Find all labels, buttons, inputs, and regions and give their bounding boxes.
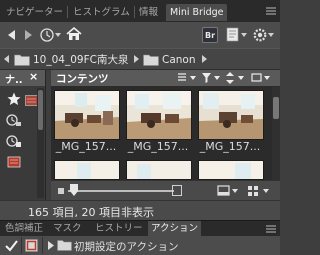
content-scrollbar-thumb[interactable] — [273, 97, 279, 119]
navigation-pod-header: ナ.. × — [0, 70, 45, 86]
small-thumbnail-icon[interactable] — [58, 188, 64, 194]
dialog-toggle-icon[interactable] — [25, 239, 38, 252]
tab-separator — [67, 6, 68, 18]
left-scrollbar[interactable] — [37, 88, 44, 198]
document-icon[interactable] — [226, 27, 248, 43]
content-pod: コンテンツ _MG_157... _MG_157... _MG_157... — [51, 70, 280, 200]
thumbnail-image[interactable] — [198, 160, 264, 180]
back-icon[interactable] — [6, 29, 18, 41]
mini-bridge-toolbar: Br — [0, 22, 280, 48]
thumbnail-image[interactable] — [198, 90, 264, 140]
thumbnail-image[interactable] — [126, 160, 192, 180]
thumbnail-image[interactable] — [126, 90, 192, 140]
chevron-left-icon[interactable] — [4, 55, 10, 63]
thumbnail-label[interactable]: _MG_157... — [123, 140, 193, 153]
collection-icon[interactable] — [3, 152, 25, 172]
close-icon[interactable]: × — [29, 70, 38, 83]
panel-tab-strip: ナビゲーター ヒストグラム 情報 Mini Bridge — [0, 0, 280, 23]
bridge-icon[interactable]: Br — [202, 27, 218, 43]
content-pod-header: コンテンツ — [51, 70, 280, 86]
list-menu-icon[interactable] — [177, 72, 197, 84]
content-pod-title: コンテンツ — [56, 73, 109, 85]
tab-info[interactable]: 情報 — [135, 4, 162, 21]
filter-icon[interactable] — [201, 72, 221, 84]
forward-icon[interactable] — [22, 29, 34, 41]
lower-panel-menu-icon[interactable] — [266, 225, 276, 236]
thumbnail-label[interactable]: _MG_157... — [51, 140, 121, 153]
tab-histogram[interactable]: ヒストグラム — [69, 4, 134, 21]
folder-icon — [143, 53, 159, 66]
content-scrollbar[interactable] — [272, 87, 280, 180]
chevron-right-icon[interactable] — [134, 55, 140, 63]
navigation-pod: ナ.. × — [0, 70, 46, 200]
lower-panel-tab-strip: 色調補正 マスク ヒストリー アクション — [0, 220, 280, 237]
thumbnail-image[interactable] — [54, 90, 120, 140]
action-set-folder-icon — [57, 239, 72, 251]
tools-icon[interactable] — [251, 72, 271, 84]
column-divider — [21, 237, 22, 254]
home-icon[interactable] — [66, 26, 82, 42]
tab-navigator[interactable]: ナビゲーター — [2, 4, 67, 21]
tab-masks[interactable]: マスク — [50, 221, 85, 237]
view-mode-icon[interactable] — [217, 185, 239, 197]
folder-icon — [14, 53, 30, 66]
navigation-pod-title: ナ.. — [5, 75, 23, 86]
sort-icon[interactable] — [225, 72, 245, 84]
recent-folder-icon[interactable] — [3, 110, 25, 130]
thumbnail-label[interactable]: _MG_157... — [195, 140, 265, 153]
recent-items-icon[interactable] — [40, 27, 62, 43]
grid-view-icon[interactable] — [247, 185, 271, 197]
breadcrumb-folder[interactable]: 10_04_09FC南大泉 — [33, 52, 128, 68]
thumbnail-size-bar — [51, 180, 280, 200]
tab-mini-bridge[interactable]: Mini Bridge — [166, 4, 228, 21]
bridge-label: Br — [204, 30, 216, 40]
tab-actions[interactable]: アクション — [148, 221, 202, 237]
panel-menu-icon[interactable] — [266, 7, 276, 18]
item-count-status: 165 項目, 20 項目非表示 — [28, 206, 154, 219]
large-thumbnail-icon[interactable] — [172, 185, 182, 196]
tab-adjustments[interactable]: 色調補正 — [2, 221, 46, 237]
recent-file-icon[interactable] — [3, 131, 25, 151]
thumbnail-image[interactable] — [54, 160, 120, 180]
slider-handle-icon[interactable] — [70, 184, 78, 196]
checkmark-icon[interactable] — [5, 239, 18, 252]
gear-icon[interactable] — [253, 27, 275, 43]
expand-triangle-icon[interactable] — [48, 241, 54, 250]
breadcrumb: 10_04_09FC南大泉 Canon — [0, 48, 280, 70]
thumbnail-size-slider[interactable] — [68, 190, 174, 192]
breadcrumb-subfolder[interactable]: Canon — [162, 52, 196, 68]
chevron-right-icon[interactable] — [202, 55, 208, 63]
action-set-row[interactable]: 初期設定のアクション — [0, 236, 280, 255]
left-scrollbar-thumb[interactable] — [38, 90, 43, 130]
action-set-name: 初期設定のアクション — [74, 241, 179, 253]
folder-thumbnail-icon — [24, 90, 38, 110]
tab-history[interactable]: ヒストリー — [92, 221, 146, 237]
status-bar: 165 項目, 20 項目非表示 — [0, 200, 280, 220]
favorites-star-icon[interactable] — [3, 89, 25, 109]
column-divider — [42, 237, 43, 254]
